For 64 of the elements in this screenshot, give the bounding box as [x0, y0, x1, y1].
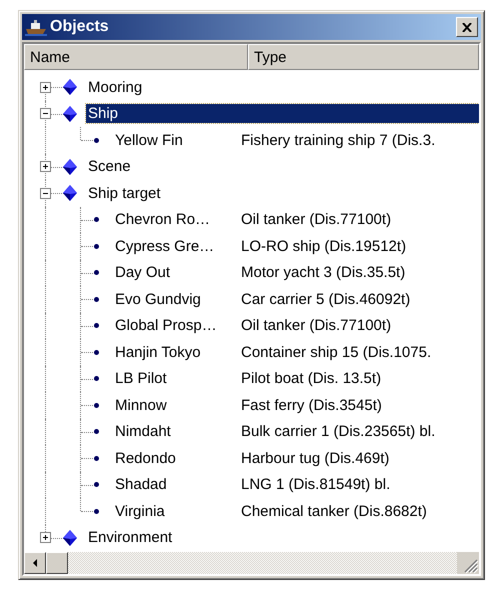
- type-cell-text: LO-RO ship (Dis.19512t): [240, 236, 408, 256]
- close-icon: [462, 22, 472, 32]
- bullet-icon: [94, 376, 99, 382]
- bullet-icon: [94, 217, 99, 222]
- tree-item[interactable]: Redondo: [113, 448, 239, 468]
- bullet-icon: [94, 296, 99, 302]
- cube-icon: [63, 106, 77, 122]
- bullet-icon: [94, 270, 99, 276]
- bullet-icon: [94, 508, 99, 514]
- column-header[interactable]: Type: [248, 44, 479, 70]
- column-header[interactable]: Name: [24, 44, 248, 70]
- type-cell-text: Oil tanker (Dis.77100t): [240, 316, 392, 336]
- window-title: Objects: [50, 18, 110, 36]
- bullet-icon: [94, 350, 99, 355]
- tree-item[interactable]: Chevron Ro…: [113, 210, 239, 230]
- cube-icon: [63, 185, 77, 202]
- scroll-thumb[interactable]: [46, 552, 68, 574]
- bullet-icon: [94, 244, 99, 249]
- cube-icon: [63, 79, 77, 96]
- collapse-icon[interactable]: [40, 108, 51, 120]
- bullet-icon: [94, 429, 99, 434]
- resize-grip-icon[interactable]: [457, 552, 479, 574]
- left-arrow-icon: [32, 559, 38, 567]
- expand-icon[interactable]: [40, 82, 51, 93]
- cube-icon: [63, 158, 77, 175]
- scroll-left-button[interactable]: [24, 552, 46, 574]
- tree-item[interactable]: Cypress Gre…: [113, 236, 239, 256]
- bullet-icon: [94, 138, 99, 143]
- tree-item[interactable]: Virginia: [113, 502, 239, 521]
- tree-item[interactable]: Environment: [86, 528, 174, 548]
- tree-item[interactable]: Evo Gundvig: [113, 290, 239, 309]
- type-cell-text: Fast ferry (Dis.3545t): [240, 396, 383, 415]
- bullet-icon: [94, 482, 99, 488]
- tree-item[interactable]: Nimdaht: [113, 422, 239, 442]
- bullet-icon: [94, 323, 99, 328]
- type-cell-text: Fishery training ship 7 (Dis.3.: [240, 130, 436, 150]
- close-button[interactable]: [456, 17, 478, 37]
- expand-icon[interactable]: [40, 532, 51, 544]
- ship-icon: [25, 18, 47, 36]
- tree-item[interactable]: Hanjin Tokyo: [113, 342, 239, 362]
- tree-item[interactable]: Minnow: [113, 396, 239, 415]
- tree-item[interactable]: Shadad: [113, 475, 239, 494]
- type-cell-text: Bulk carrier 1 (Dis.23565t) bl.: [240, 422, 436, 442]
- type-cell-text: Pilot boat (Dis. 13.5t): [240, 369, 382, 388]
- type-cell-text: Car carrier 5 (Dis.46092t): [240, 290, 412, 309]
- type-cell-text: Motor yacht 3 (Dis.35.5t): [240, 263, 406, 282]
- expand-icon[interactable]: [40, 161, 51, 172]
- tree-item[interactable]: Scene: [86, 157, 133, 176]
- type-cell-text: LNG 1 (Dis.81549t) bl.: [240, 475, 392, 494]
- tree-item[interactable]: Ship target: [86, 184, 163, 203]
- tree-item[interactable]: Ship: [86, 104, 479, 124]
- type-cell-text: Chemical tanker (Dis.8682t): [240, 502, 428, 521]
- tree-item[interactable]: Mooring: [86, 78, 144, 97]
- tree-item[interactable]: Global Prosp…: [113, 316, 239, 336]
- cube-icon: [63, 530, 77, 546]
- type-cell-text: Container ship 15 (Dis.1075.: [240, 342, 432, 362]
- collapse-icon[interactable]: [40, 188, 51, 199]
- tree-item[interactable]: LB Pilot: [113, 369, 239, 388]
- bullet-icon: [94, 456, 99, 461]
- type-cell-text: Harbour tug (Dis.469t): [240, 448, 390, 468]
- tree-item[interactable]: Day Out: [113, 263, 239, 282]
- tree-item[interactable]: Yellow Fin: [113, 130, 239, 150]
- bullet-icon: [94, 402, 99, 408]
- type-cell-text: Oil tanker (Dis.77100t): [240, 210, 392, 230]
